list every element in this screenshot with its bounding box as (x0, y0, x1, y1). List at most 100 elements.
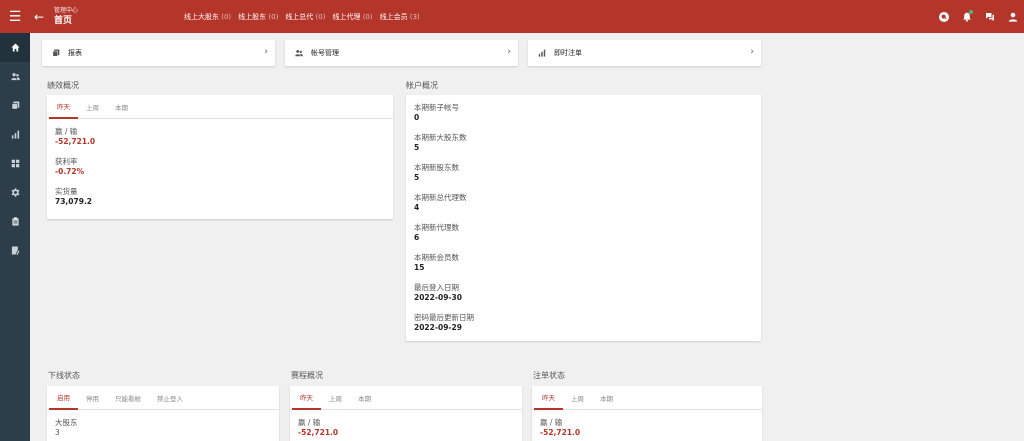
stat-label: 密码最后更新日期 (414, 313, 474, 322)
account-stat-new-shareholders: 本期新股东数 5 (414, 163, 459, 183)
chevron-right-icon: › (507, 47, 511, 57)
chat-icon[interactable] (978, 0, 1001, 33)
bets-card: 昨天 上周 本期 赢 / 输 -52,721.0 (532, 386, 762, 441)
grid-icon (11, 159, 19, 168)
accounts-card: 本期新子帐号 0 本期新大股东数 5 本期新股东数 5 本期新总代理数 4 本期… (406, 95, 761, 341)
home-icon (10, 43, 20, 52)
sidebar-item-settings[interactable] (0, 178, 30, 207)
page-title-block: 管理中心 首页 (54, 7, 174, 27)
stat-label: 本期新大股东数 (414, 133, 467, 142)
stat-value: 2022-09-29 (414, 323, 462, 332)
tab-current-period[interactable]: 本期 (592, 386, 621, 410)
stat-label: 实货量 (55, 187, 78, 196)
stat-actual-volume: 实货量 73,079.2 (47, 187, 393, 207)
sidebar-item-tasks[interactable] (0, 207, 30, 236)
stat-label: 本期新会员数 (414, 253, 459, 262)
quick-link-label: 帐号管理 (311, 49, 339, 57)
tab-login-banned[interactable]: 禁止登入 (149, 386, 191, 410)
stat-value: 2022-09-30 (414, 293, 462, 302)
link-label: 线上会员 (379, 12, 408, 21)
top-bar: ☰ ← 管理中心 首页 线上大股东 (0) 线上股东 (0) 线上总代 (0) … (0, 0, 1024, 33)
bell-icon[interactable] (955, 0, 978, 33)
tab-last-week[interactable]: 上周 (563, 386, 592, 410)
events-card: 昨天 上周 本期 赢 / 输 -52,721.0 (290, 386, 522, 441)
search-icon[interactable] (932, 0, 955, 33)
sidebar-item-accounts[interactable] (0, 62, 30, 91)
users-icon (10, 73, 20, 81)
stat-profit-rate: 获利率 -0.72% (47, 157, 393, 177)
account-stat-last-login-date: 最后登入日期 2022-09-30 (414, 283, 462, 303)
account-stat-password-updated-date: 密码最后更新日期 2022-09-29 (414, 313, 474, 333)
stat-value: 5 (414, 173, 420, 182)
stat-label: 赢 / 输 (55, 127, 78, 136)
performance-card: 昨天 上周 本期 赢 / 输 -52,721.0 获利率 -0.72% 实货量 … (47, 95, 393, 219)
link-count: (0) (221, 12, 232, 21)
stat-label: 最后登入日期 (414, 283, 459, 292)
breadcrumb[interactable]: 管理中心 (54, 7, 174, 15)
stat-value: -52,721.0 (298, 428, 339, 437)
tab-yesterday[interactable]: 昨天 (292, 386, 321, 410)
sidebar-item-dashboard[interactable] (0, 149, 30, 178)
bets-section-title: 注单状态 (533, 371, 565, 380)
quick-link-account-management[interactable]: 帐号管理 › (285, 40, 518, 66)
online-link-general-agents[interactable]: 线上总代 (0) (285, 12, 325, 22)
performance-section-title: 绩效概况 (47, 81, 79, 90)
tab-yesterday[interactable]: 昨天 (534, 386, 563, 410)
tab-current-period[interactable]: 本期 (350, 386, 379, 410)
link-label: 线上大股东 (184, 12, 219, 21)
online-link-agents[interactable]: 线上代理 (0) (332, 12, 372, 22)
link-count: (0) (268, 12, 279, 21)
sidebar-item-home[interactable] (0, 33, 30, 62)
stat-major-shareholders: 大股东 3 (47, 418, 279, 438)
stat-label: 赢 / 输 (540, 418, 563, 427)
clipboard-icon (11, 217, 19, 226)
stat-value: -52,721.0 (540, 428, 581, 437)
online-link-members[interactable]: 线上会员 (3) (380, 12, 420, 22)
page-title: 首页 (54, 15, 73, 26)
downline-card: 启用 停用 只能看帐 禁止登入 大股东 3 (47, 386, 279, 441)
link-count: (0) (362, 12, 373, 21)
events-tabs: 昨天 上周 本期 (290, 386, 522, 410)
stat-label: 大股东 (55, 418, 78, 427)
stat-value: 15 (414, 263, 425, 272)
tab-last-week[interactable]: 上周 (78, 95, 107, 119)
quick-link-reports[interactable]: 报表 › (42, 40, 275, 66)
account-stat-new-agents: 本期新代理数 6 (414, 223, 459, 243)
stat-label: 获利率 (55, 157, 78, 166)
back-arrow-icon[interactable]: ← (30, 0, 48, 33)
tab-enabled[interactable]: 启用 (49, 386, 78, 410)
tab-view-only[interactable]: 只能看帐 (107, 386, 149, 410)
events-section-title: 赛程概况 (291, 371, 323, 380)
sidebar (0, 33, 30, 441)
account-stat-new-members: 本期新会员数 15 (414, 253, 459, 273)
tab-current-period[interactable]: 本期 (107, 95, 136, 119)
sidebar-item-statistics[interactable] (0, 120, 30, 149)
stat-value: 3 (55, 428, 60, 437)
sidebar-item-reports[interactable] (0, 91, 30, 120)
online-links: 线上大股东 (0) 线上股东 (0) 线上总代 (0) 线上代理 (0) 线上会… (184, 12, 427, 22)
notification-badge (969, 10, 973, 14)
tab-disabled[interactable]: 停用 (78, 386, 107, 410)
online-link-shareholders[interactable]: 线上股东 (0) (238, 12, 278, 22)
stat-label: 本期新代理数 (414, 223, 459, 232)
stat-value: 73,079.2 (55, 197, 93, 206)
sidebar-item-notes[interactable] (0, 236, 30, 265)
stat-label: 本期新子帐号 (414, 103, 459, 112)
quick-link-live-bets[interactable]: 即时注单 › (528, 40, 761, 66)
menu-icon[interactable]: ☰ (0, 0, 30, 33)
tab-yesterday[interactable]: 昨天 (49, 95, 78, 119)
link-label: 线上总代 (285, 12, 314, 21)
user-icon[interactable] (1001, 0, 1024, 33)
users-icon (295, 49, 303, 57)
documents-icon (52, 49, 60, 57)
stat-value: -0.72% (55, 167, 85, 176)
bar-chart-icon (538, 49, 546, 57)
stat-win-loss: 赢 / 输 -52,721.0 (532, 418, 762, 438)
tab-last-week[interactable]: 上周 (321, 386, 350, 410)
account-stat-new-major-shareholders: 本期新大股东数 5 (414, 133, 467, 153)
stat-value: -52,721.0 (55, 137, 96, 146)
stat-win-loss: 赢 / 输 -52,721.0 (290, 418, 522, 438)
online-link-major-shareholders[interactable]: 线上大股东 (0) (184, 12, 231, 22)
stat-value: 6 (414, 233, 420, 242)
stat-label: 本期新股东数 (414, 163, 459, 172)
